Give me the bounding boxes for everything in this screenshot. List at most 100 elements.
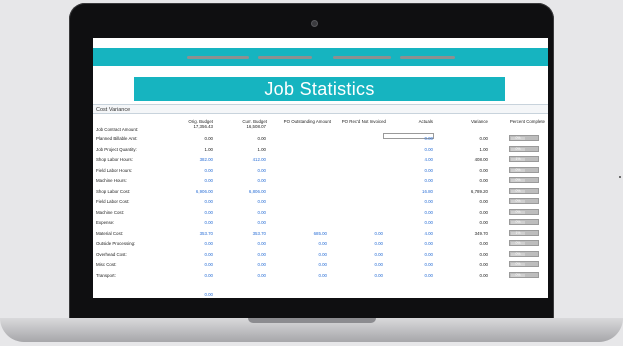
cell-orig-budget: 0.00 xyxy=(204,167,213,173)
col-variance: Variance xyxy=(470,119,488,124)
percent-complete-label: 0% xyxy=(511,252,525,256)
cell-curr-budget: 0.00 xyxy=(257,241,266,246)
cell-variance: 0.00 xyxy=(479,251,488,257)
cell-variance: 0.00 xyxy=(479,209,488,215)
top-navbar xyxy=(93,48,548,66)
cell-actuals[interactable]: 16.80 xyxy=(403,189,433,194)
cell-curr-budget: 0.00 xyxy=(257,209,266,215)
cell-actuals[interactable]: 0.00 xyxy=(403,147,433,152)
percent-complete-label: 1% xyxy=(511,157,525,161)
percent-complete-bar: 1% xyxy=(509,156,539,162)
cell-actuals[interactable]: 0.00 xyxy=(403,252,433,257)
cell-po-outstanding: 0.00 xyxy=(318,241,327,246)
cell-curr-budget: 0.00 xyxy=(257,220,266,225)
percent-complete-label: 0% xyxy=(511,136,525,140)
nav-item-3[interactable] xyxy=(333,56,391,59)
cell-variance: 349.70 xyxy=(474,230,488,236)
cell-actuals[interactable]: 4.00 xyxy=(403,157,433,162)
cell-po-received: 0.00 xyxy=(374,262,383,267)
cell-orig-budget: 0.00 xyxy=(204,272,213,278)
cell-po-outstanding: 0.00 xyxy=(318,272,327,278)
cell-curr-budget: 412.00 xyxy=(252,157,266,162)
row-label: Misc Cost: xyxy=(96,262,117,267)
cell-curr-budget: 0.00 xyxy=(257,199,266,204)
percent-complete-label: 1% xyxy=(511,231,525,235)
cell-po-received: 0.00 xyxy=(374,272,383,278)
percent-complete-bar: 0% xyxy=(509,145,539,152)
row-label: Field Labor Hours: xyxy=(96,167,133,173)
cell-variance: 0.00 xyxy=(479,220,488,225)
nav-item-2[interactable] xyxy=(258,56,312,59)
nav-item-4[interactable] xyxy=(400,56,455,59)
percent-complete-bar: 0% xyxy=(509,166,539,173)
cell-orig-budget: 1.00 xyxy=(204,146,213,152)
cell-actuals[interactable]: 0.00 xyxy=(403,241,433,246)
col-po-received: PO Rec'd Not Invoiced xyxy=(341,119,386,124)
percent-complete-label: 0% xyxy=(511,189,525,193)
cell-curr-budget: 0.00 xyxy=(257,167,266,173)
cell-variance: 0.00 xyxy=(479,178,488,183)
cell-actuals[interactable]: 0.00 xyxy=(403,168,433,173)
cell-actuals[interactable]: 0.00 xyxy=(403,273,433,278)
cell-actuals[interactable]: 4.00 xyxy=(403,231,433,236)
cell-actuals[interactable]: 0.00 xyxy=(403,178,433,183)
percent-complete-bar: 0% xyxy=(509,135,539,141)
stray-dot xyxy=(619,176,621,178)
percent-complete-bar: 1% xyxy=(509,229,539,236)
cell-actuals[interactable]: 0.00 xyxy=(403,220,433,225)
camera-icon xyxy=(311,20,318,27)
row-label: Planned Billable Amt: xyxy=(96,136,138,141)
laptop-notch xyxy=(248,318,376,323)
cut-off-row-value: 0.00 xyxy=(204,292,213,297)
percent-complete-bar: 0% xyxy=(509,271,539,278)
cell-variance: 0.00 xyxy=(479,136,488,141)
percent-complete-label: 0% xyxy=(511,210,525,214)
percent-complete-bar: 0% xyxy=(509,261,539,267)
cell-orig-budget: 0.00 xyxy=(204,209,213,215)
percent-complete-label: 0% xyxy=(511,273,525,277)
cell-variance: 0.00 xyxy=(479,167,488,173)
row-label: Outside Processing: xyxy=(96,241,136,246)
cell-actuals[interactable]: 0.00 xyxy=(403,262,433,267)
col-percent-complete: Percent Complete xyxy=(509,119,545,124)
cell-curr-budget: 1.00 xyxy=(257,146,266,152)
cell-variance: 6,789.20 xyxy=(470,188,488,194)
cell-actuals[interactable]: 0.00 xyxy=(403,136,433,141)
percent-complete-label: 0% xyxy=(511,220,525,224)
cell-actuals[interactable]: 0.00 xyxy=(403,210,433,215)
cell-variance: 0.00 xyxy=(479,262,488,267)
cell-orig-budget: 0.00 xyxy=(204,178,213,183)
cell-orig-budget: 382.00 xyxy=(199,157,213,162)
percent-complete-label: 0% xyxy=(511,147,525,151)
nav-item-1[interactable] xyxy=(187,56,249,59)
cell-curr-budget: 0.00 xyxy=(257,178,266,183)
percent-complete-bar: 0% xyxy=(509,219,539,225)
row-label: Machine Cost: xyxy=(96,209,125,215)
col-po-outstanding: PO Outstanding Amount xyxy=(283,119,331,124)
cell-po-received: 0.00 xyxy=(374,241,383,246)
percent-complete-label: 0% xyxy=(511,178,525,182)
row-label: Material Cost: xyxy=(96,230,124,236)
cell-variance: 1.00 xyxy=(479,146,488,152)
row-label: Machine Hours: xyxy=(96,178,127,183)
row-label: Transport: xyxy=(96,272,116,278)
cell-actuals[interactable]: 0.00 xyxy=(403,199,433,204)
cell-po-received: 0.00 xyxy=(374,230,383,236)
percent-complete-bar: 0% xyxy=(509,187,539,194)
cell-po-outstanding: 0.00 xyxy=(318,262,327,267)
percent-complete-bar: 0% xyxy=(509,198,539,204)
cell-orig-budget: 6,906.00 xyxy=(195,188,213,194)
percent-complete-bar: 0% xyxy=(509,177,539,183)
percent-complete-label: 0% xyxy=(511,241,525,245)
percent-complete-label: 0% xyxy=(511,262,525,266)
cell-curr-budget: 353.70 xyxy=(252,230,266,236)
cell-curr-budget: 0.00 xyxy=(257,272,266,278)
cell-curr-budget: 6,806.00 xyxy=(248,188,266,194)
cell-variance: 0.00 xyxy=(479,241,488,246)
cell-curr-budget: 0.00 xyxy=(257,251,266,257)
percent-complete-label: 0% xyxy=(511,168,525,172)
row-label: Expense: xyxy=(96,220,115,225)
percent-complete-label: 0% xyxy=(511,199,525,203)
app-screen: Job Statistics Cost Variance Orig. Budge… xyxy=(93,38,548,298)
cell-curr-budget: 0.00 xyxy=(257,136,266,141)
